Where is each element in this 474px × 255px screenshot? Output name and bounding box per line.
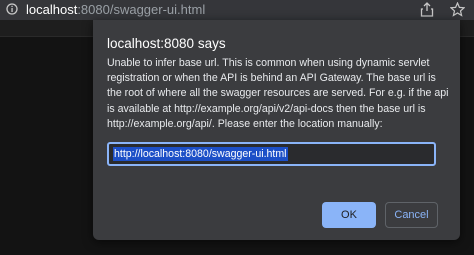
base-url-input-value: http://localhost:8080/swagger-ui.html bbox=[113, 147, 288, 161]
star-icon[interactable] bbox=[450, 2, 465, 17]
prompt-dialog: localhost:8080 says Unable to infer base… bbox=[93, 20, 460, 240]
url-path: :8080/swagger-ui.html bbox=[77, 2, 206, 17]
dialog-message: Unable to infer base url. This is common… bbox=[107, 57, 449, 130]
cancel-button[interactable]: Cancel bbox=[385, 202, 438, 228]
base-url-input[interactable]: http://localhost:8080/swagger-ui.html bbox=[107, 142, 436, 166]
ok-button[interactable]: OK bbox=[322, 202, 376, 228]
info-circle-icon[interactable] bbox=[6, 3, 18, 15]
browser-toolbar: localhost:8080/swagger-ui.html bbox=[0, 0, 474, 20]
url-host: localhost bbox=[26, 2, 78, 17]
address-bar-url[interactable]: localhost:8080/swagger-ui.html bbox=[26, 2, 205, 18]
dialog-title: localhost:8080 says bbox=[107, 36, 226, 51]
share-icon[interactable] bbox=[420, 2, 434, 17]
